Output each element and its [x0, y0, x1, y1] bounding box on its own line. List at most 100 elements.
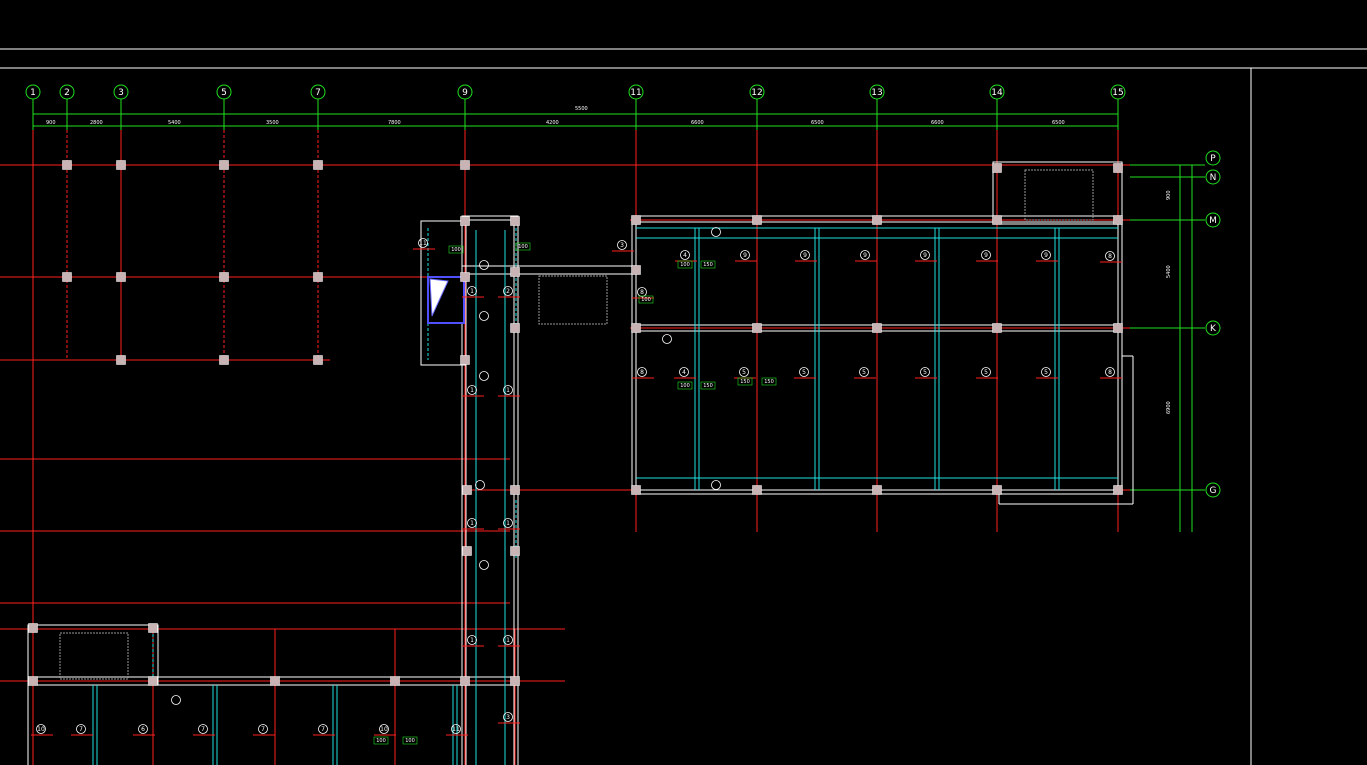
svg-text:12: 12	[751, 88, 762, 98]
svg-text:7: 7	[315, 88, 321, 98]
structural-column	[62, 160, 72, 170]
bay-dim-7: 6600	[691, 120, 704, 126]
column-axis-1: 1	[25, 84, 41, 130]
section-label: 100	[638, 295, 654, 304]
bay-dim-8: 6500	[811, 120, 824, 126]
svg-text:100: 100	[641, 297, 651, 303]
svg-text:100: 100	[518, 244, 528, 250]
beam-tag: 7	[313, 724, 335, 736]
beam-tag: 4	[674, 367, 696, 379]
section-label: 100	[515, 242, 531, 251]
structural-column	[992, 323, 1002, 333]
svg-text:7: 7	[261, 726, 265, 733]
svg-text:5: 5	[862, 369, 866, 376]
structural-column	[116, 355, 126, 365]
svg-text:8: 8	[1108, 369, 1112, 376]
structural-column	[992, 163, 1002, 173]
svg-text:9: 9	[743, 252, 747, 259]
structural-column	[219, 272, 229, 282]
slab-marker	[711, 480, 721, 490]
structural-column	[462, 546, 472, 556]
beam-tag: 5	[915, 367, 937, 379]
svg-text:1: 1	[470, 387, 474, 394]
structural-column	[992, 485, 1002, 495]
svg-text:9: 9	[984, 252, 988, 259]
svg-text:3: 3	[506, 714, 510, 721]
right-dim-1: 900	[1166, 190, 1172, 200]
beam-tag: 9	[795, 250, 817, 262]
slab-marker	[479, 560, 489, 570]
structural-column	[1113, 215, 1123, 225]
column-axis-3: 3	[113, 84, 129, 130]
svg-text:9: 9	[1044, 252, 1048, 259]
column-axis-13: 13	[869, 84, 885, 130]
structural-column	[219, 160, 229, 170]
svg-text:100: 100	[680, 383, 690, 389]
shaft-opening	[427, 276, 465, 324]
beam-tag: 8	[632, 367, 654, 379]
structural-column	[313, 355, 323, 365]
svg-text:5: 5	[984, 369, 988, 376]
svg-text:13: 13	[871, 88, 882, 98]
main-beams	[27, 161, 1134, 765]
section-label: 150	[761, 377, 777, 386]
svg-text:5: 5	[742, 369, 746, 376]
svg-text:7: 7	[79, 726, 83, 733]
section-label: 150	[700, 260, 716, 269]
beam-tag: 5	[854, 367, 876, 379]
structural-column	[510, 216, 520, 226]
column-axis-12: 12	[749, 84, 765, 130]
svg-text:1: 1	[30, 88, 36, 98]
svg-text:150: 150	[740, 379, 750, 385]
structural-column	[631, 485, 641, 495]
svg-text:100: 100	[405, 738, 415, 744]
structural-column	[28, 676, 38, 686]
structural-column	[872, 485, 882, 495]
svg-text:100: 100	[376, 738, 386, 744]
svg-text:2: 2	[506, 288, 510, 295]
svg-text:4: 4	[683, 252, 687, 259]
svg-text:M: M	[1209, 216, 1217, 226]
svg-text:10: 10	[380, 726, 388, 733]
structural-column	[148, 623, 158, 633]
row-axis-P: P	[1205, 150, 1221, 166]
svg-text:9: 9	[923, 252, 927, 259]
svg-text:K: K	[1210, 324, 1217, 334]
column-axis-5: 5	[216, 84, 232, 130]
bay-dim-4: 3500	[266, 120, 279, 126]
beam-tag: 11	[413, 238, 435, 250]
beam-tag: 9	[915, 250, 937, 262]
bay-dim-1: 900	[46, 120, 56, 126]
drawing-frame	[0, 48, 1367, 765]
svg-text:100: 100	[680, 262, 690, 268]
columns	[28, 160, 1123, 686]
section-label: 100	[402, 736, 418, 745]
bay-dim-3: 5400	[168, 120, 181, 126]
svg-text:2: 2	[64, 88, 70, 98]
column-grid-lines	[32, 100, 1119, 765]
secondary-beams	[92, 227, 1118, 765]
row-axis-G: G	[1205, 482, 1221, 498]
structural-column	[313, 272, 323, 282]
structural-column	[116, 160, 126, 170]
svg-text:1: 1	[506, 637, 510, 644]
column-axis-15: 15	[1110, 84, 1126, 130]
cad-drawing-canvas[interactable]: 5500 900 2800 5400 3500 7800 4200 6600 6…	[0, 0, 1367, 765]
svg-text:9: 9	[462, 88, 468, 98]
row-axis-N: N	[1205, 169, 1221, 185]
svg-text:8: 8	[1108, 253, 1112, 260]
svg-text:150: 150	[703, 383, 713, 389]
right-dim-2: 5400	[1166, 265, 1172, 278]
beam-tag: 7	[71, 724, 93, 736]
bay-dim-5: 7800	[388, 120, 401, 126]
slab-marker	[711, 227, 721, 237]
svg-text:5: 5	[923, 369, 927, 376]
svg-text:P: P	[1210, 154, 1216, 164]
structural-column	[510, 546, 520, 556]
beam-tag: 3	[612, 240, 634, 252]
structural-column	[460, 355, 470, 365]
structural-column	[872, 215, 882, 225]
slab-marker	[662, 334, 672, 344]
svg-text:1: 1	[470, 288, 474, 295]
structural-column	[510, 485, 520, 495]
